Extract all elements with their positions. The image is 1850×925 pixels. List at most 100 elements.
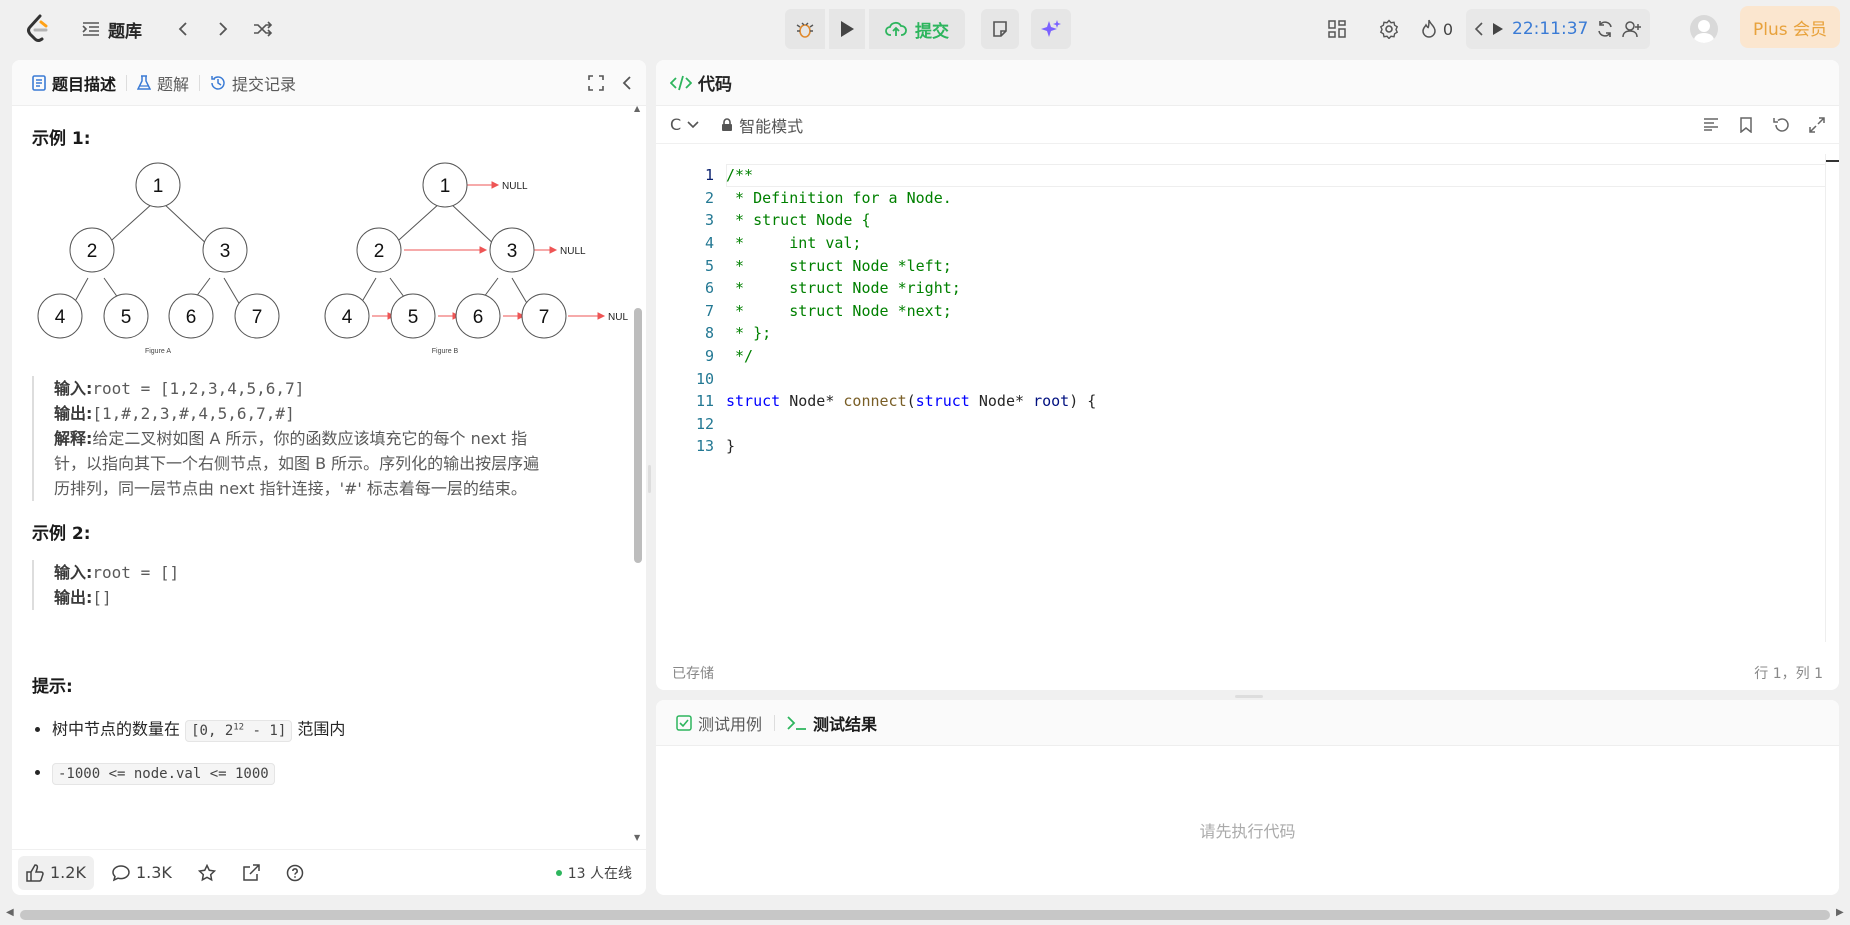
example2-input: root = [] [92, 563, 180, 582]
timer-widget: 22:11:37 [1466, 9, 1651, 49]
tab-divider [199, 74, 201, 91]
hint-code-part: [0, 2 [191, 722, 234, 739]
online-indicator: 13 人在线 [555, 863, 632, 883]
code-line: 9 */ [656, 345, 753, 368]
saved-status: 已存储 [672, 666, 714, 682]
code-text: * }; [726, 324, 772, 343]
line-number: 4 [704, 234, 714, 253]
null-label: NULL [608, 312, 628, 323]
line-number: 2 [704, 188, 714, 207]
chevron-left-icon[interactable] [1474, 22, 1484, 36]
notes-button[interactable] [981, 9, 1019, 49]
tab-solutions[interactable]: 题解 [131, 68, 195, 98]
test-result-label: 测试结果 [813, 714, 878, 734]
star-icon [197, 863, 216, 881]
help-button[interactable] [278, 856, 312, 890]
vertical-splitter[interactable] [648, 465, 651, 493]
code-line: 2 * Definition for a Node. [656, 187, 952, 210]
code-line: 3 * struct Node { [656, 209, 871, 232]
timer-value: 22:11:37 [1512, 19, 1589, 39]
play-icon[interactable] [1492, 22, 1504, 36]
code-line: 4 * int val; [656, 232, 862, 255]
line-number: 5 [704, 256, 714, 275]
settings-button[interactable] [1372, 12, 1406, 46]
problemset-label: 题库 [108, 21, 142, 42]
node-value: 1 [440, 176, 451, 197]
line-number: 12 [695, 414, 714, 433]
line-number: 6 [704, 279, 714, 298]
code-line: 13} [656, 435, 735, 458]
submit-button[interactable]: 提交 [869, 9, 965, 49]
language-select[interactable]: C [670, 115, 699, 134]
scroll-thumb[interactable] [634, 308, 642, 563]
thumbs-up-icon [26, 863, 44, 882]
format-icon[interactable] [1703, 117, 1719, 131]
gear-icon [1379, 19, 1399, 39]
expand-icon[interactable] [1809, 116, 1825, 133]
node-value: 4 [342, 307, 353, 328]
editor-scrollbar[interactable] [1825, 154, 1839, 642]
fullscreen-icon[interactable] [588, 74, 604, 91]
note-icon [993, 21, 1007, 37]
hscroll-left-arrow[interactable]: ◀ [6, 907, 14, 918]
tree-nodes [37, 162, 567, 339]
add-user-icon[interactable] [1622, 20, 1642, 38]
ai-assistant-button[interactable] [1031, 9, 1071, 49]
tab-submissions[interactable]: 提交记录 [204, 68, 302, 98]
plus-membership-button[interactable]: Plus 会员 [1740, 6, 1840, 48]
code-text: * struct Node *right; [726, 279, 961, 298]
random-problem-button[interactable] [246, 12, 280, 46]
prev-problem-button[interactable] [166, 12, 200, 46]
problem-list-button[interactable]: 题库 [82, 12, 160, 46]
tab-testcase[interactable]: 测试用例 [670, 711, 768, 735]
tab-test-result[interactable]: 测试结果 [781, 711, 883, 735]
debug-button[interactable] [785, 9, 825, 49]
example2-block: 输入:root = [] 输出:[] [32, 560, 612, 610]
chevron-left-icon [178, 22, 187, 36]
scroll-up-arrow[interactable]: ▲ [634, 104, 640, 113]
input-label: 输入: [54, 379, 93, 398]
tab-divider [126, 74, 128, 91]
scroll-down-arrow[interactable]: ▼ [634, 833, 640, 842]
avatar[interactable] [1690, 15, 1718, 43]
horizontal-splitter[interactable] [1235, 695, 1263, 698]
figure-b-caption: Figure B [432, 348, 459, 355]
leetcode-logo[interactable] [26, 14, 50, 44]
streak-counter[interactable]: 0 [1420, 12, 1454, 46]
bookmark-icon[interactable] [1739, 116, 1753, 133]
description-scrollbar[interactable]: ▲ ▼ [634, 104, 642, 842]
hint-code-part: - 1] [244, 722, 287, 739]
mode-select[interactable]: 智能模式 [721, 113, 803, 137]
code-editor[interactable]: 1 /** 2 * Definition for a Node. 3 * stru… [656, 154, 1826, 642]
collapse-icon[interactable] [622, 75, 632, 91]
top-bar: 题库 提交 0 22:11:37 Plus 会员 [0, 0, 1850, 58]
result-tabs: 测试用例 测试结果 [656, 700, 1839, 746]
bug-icon [796, 22, 814, 38]
share-button[interactable] [234, 856, 268, 890]
explain-label: 解释: [54, 429, 93, 448]
reset-icon[interactable] [1596, 20, 1614, 38]
code-line: 8 * }; [656, 322, 771, 345]
comments-button[interactable]: 1.3K [104, 856, 180, 890]
favorite-button[interactable] [190, 856, 224, 890]
next-problem-button[interactable] [206, 12, 240, 46]
like-button[interactable]: 1.2K [18, 855, 94, 890]
line-number: 11 [695, 392, 714, 411]
code-text: /** [726, 166, 754, 185]
streak-count: 0 [1442, 19, 1454, 39]
description-panel: 题目描述 题解 提交记录 示例 1: NULL NULL NUL 1 2 3 4… [12, 60, 646, 895]
editor-status-bar: 已存储 行 1，列 1 [656, 656, 1839, 690]
horizontal-scrollbar[interactable] [20, 910, 1830, 920]
code-text: } [726, 437, 736, 456]
layout-button[interactable] [1320, 12, 1354, 46]
hscroll-right-arrow[interactable]: ▶ [1836, 907, 1844, 918]
example1-input: root = [1,2,3,4,5,6,7] [92, 379, 305, 398]
figure-a-caption: Figure A [145, 348, 171, 355]
example2-output: [] [92, 588, 112, 607]
undo-icon[interactable] [1773, 117, 1789, 133]
code-line: 10 [656, 367, 714, 390]
online-dot [555, 869, 562, 876]
hint-text: 树中节点的数量在 [52, 719, 181, 739]
tab-description[interactable]: 题目描述 [26, 68, 122, 98]
run-button[interactable] [829, 9, 865, 49]
